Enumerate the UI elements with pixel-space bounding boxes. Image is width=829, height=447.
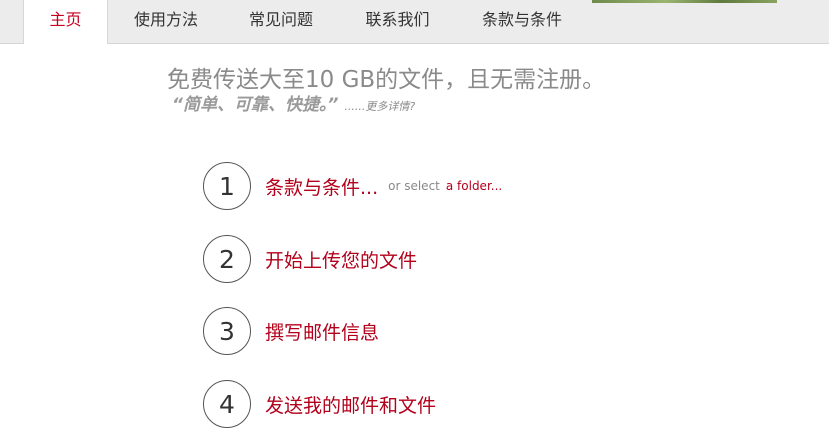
step-number-circle: 2 xyxy=(203,235,251,283)
step-number-circle: 1 xyxy=(203,162,251,210)
top-nav-bar: 主页 使用方法 常见问题 联系我们 条款与条件 xyxy=(0,0,829,44)
step-1: 1 条款与条件... or select a folder... xyxy=(203,162,502,210)
tagline-row: “简单、可靠、快捷。” ......更多详情? xyxy=(172,90,415,115)
or-select-text: or select xyxy=(388,179,440,193)
compose-message-link[interactable]: 撰写邮件信息 xyxy=(265,318,379,345)
tab-how-to-use[interactable]: 使用方法 xyxy=(107,0,225,43)
select-folder-link[interactable]: a folder... xyxy=(446,179,502,193)
tab-home[interactable]: 主页 xyxy=(23,0,108,44)
step-3: 3 撰写邮件信息 xyxy=(203,307,379,355)
step-number-circle: 3 xyxy=(203,307,251,355)
send-email-link[interactable]: 发送我的邮件和文件 xyxy=(265,391,436,418)
more-details-link[interactable]: ......更多详情? xyxy=(344,100,415,113)
step-4: 4 发送我的邮件和文件 xyxy=(203,380,436,428)
step-number-circle: 4 xyxy=(203,380,251,428)
step-2: 2 开始上传您的文件 xyxy=(203,235,417,283)
tab-faq[interactable]: 常见问题 xyxy=(225,0,337,43)
tab-terms[interactable]: 条款与条件 xyxy=(458,0,586,43)
header-banner-image xyxy=(592,0,777,3)
tab-contact-us[interactable]: 联系我们 xyxy=(337,0,458,43)
page-headline: 免费传送大至10 GB的文件，且无需注册。 xyxy=(167,67,606,93)
start-upload-link[interactable]: 开始上传您的文件 xyxy=(265,246,417,273)
terms-conditions-link[interactable]: 条款与条件... xyxy=(265,173,378,200)
tagline: “简单、可靠、快捷。” xyxy=(172,95,339,115)
